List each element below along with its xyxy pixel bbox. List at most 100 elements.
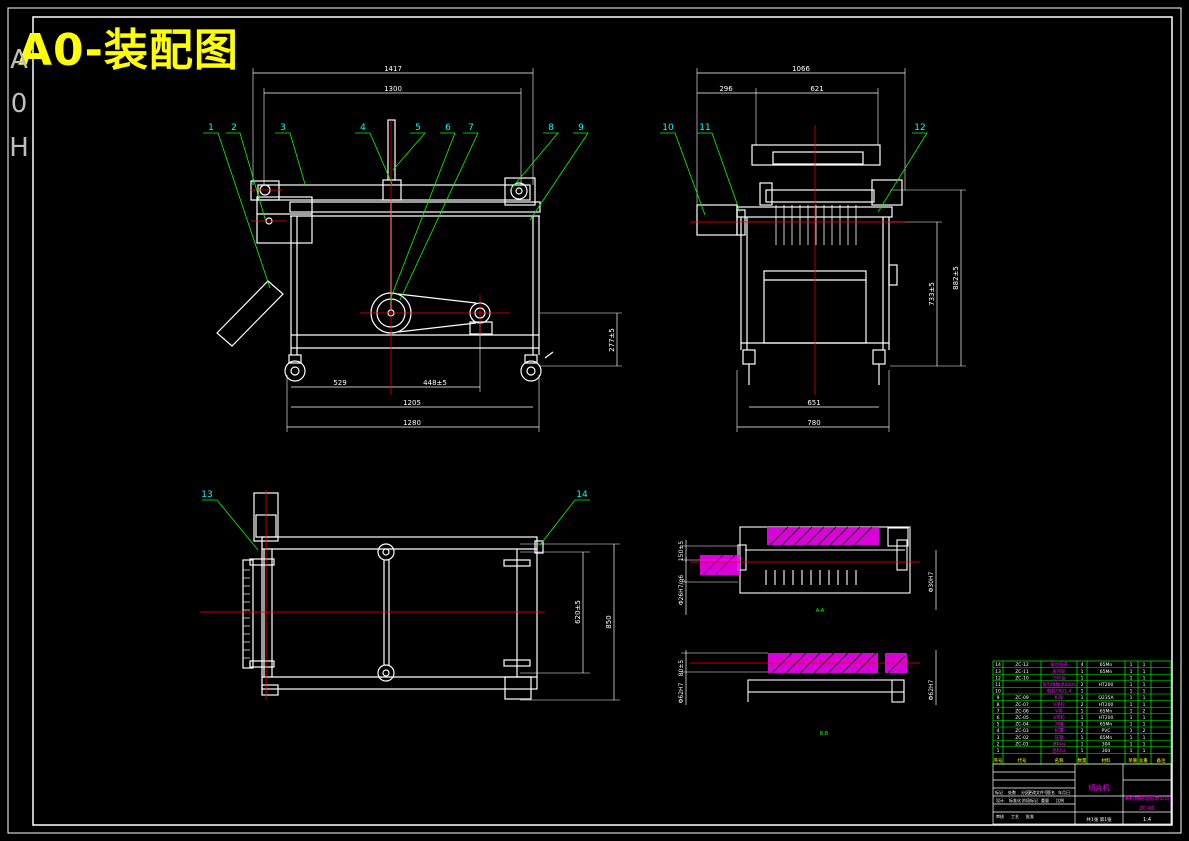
part-code: ZC-07 [1015, 702, 1029, 708]
part-qty: 1 [1081, 695, 1084, 701]
balloon-4: 4 [360, 123, 366, 133]
part-material: 65Mn [1100, 708, 1113, 714]
title-block-label: 签名 [1047, 789, 1055, 795]
balloon-3: 3 [280, 123, 286, 133]
part-qty: 1 [1081, 675, 1084, 681]
title-block-label: 设计 [996, 797, 1004, 803]
part-count-b: 1 [1143, 748, 1146, 754]
part-count-a: 1 [1130, 682, 1133, 688]
title-block-label: 年月日 [1058, 789, 1070, 795]
part-qty: 1 [1081, 722, 1084, 728]
part-count-b: 1 [1143, 741, 1146, 747]
part-no: 14 [995, 662, 1001, 668]
part-material: Q235A [1098, 695, 1114, 701]
part-count-b: 1 [1143, 689, 1146, 695]
parts-header: 代号 [1018, 757, 1027, 764]
inner-frame [32, 16, 1173, 826]
dim-label: Φ62H7 [678, 682, 685, 703]
dim-label: 651 [807, 399, 820, 407]
dim-label: 1300 [384, 85, 402, 93]
part-name: 皮带轮 [1052, 668, 1066, 675]
parts-header: 材料 [1102, 757, 1111, 764]
parts-header: 序号 [994, 757, 1003, 764]
dim-label: 780 [807, 419, 820, 427]
drawing-number: ZC-00 [1139, 806, 1154, 812]
part-count-b: 1 [1143, 715, 1146, 721]
title-block-label: 重量 [1041, 797, 1049, 803]
part-name: 进料斗 [1052, 740, 1066, 747]
part-name: V带轮 [1053, 701, 1066, 708]
balloon-6: 6 [445, 123, 451, 133]
dim-label: Φ62H7 [928, 679, 935, 700]
parts-header: 名称 [1055, 757, 1064, 764]
parts-list-rows: 14 ZC-12 滚动轮子 4 65Mn 1 113 ZC-11 皮带轮 1 65Mn 1 112 ZC-… [993, 661, 1171, 823]
part-no: 6 [997, 715, 1000, 721]
dimension-labels: 1417 1300 529 448±5 1205 1280 277±5 1066 296 621 7… [333, 65, 960, 737]
section-b [681, 650, 937, 705]
part-qty: 1 [1081, 735, 1084, 741]
sheet-title: A0-装配图 [18, 25, 239, 76]
front-centerlines [250, 120, 510, 395]
part-code: ZC-02 [1015, 735, 1029, 741]
part-name: 滚动轮子 [1050, 661, 1068, 668]
part-count-a: 1 [1130, 715, 1133, 721]
part-name: 护罩 [1055, 727, 1064, 734]
dim-label: 1066 [792, 65, 810, 73]
part-no: 3 [997, 735, 1000, 741]
balloon-8: 8 [548, 123, 554, 133]
balloon-5: 5 [415, 123, 421, 133]
dim-label: 529 [333, 379, 346, 387]
balloon-14: 14 [576, 490, 588, 500]
part-name: 刀轴 [1055, 721, 1064, 728]
part-code: ZC-01 [1015, 741, 1029, 747]
part-count-a: 1 [1130, 662, 1133, 668]
part-qty: 1 [1081, 689, 1084, 695]
section-a [681, 526, 937, 615]
dim-label: 850 [605, 615, 613, 628]
part-qty: 1 [1081, 669, 1084, 675]
dim-label: Φ30H7 [928, 571, 935, 592]
dim-label: 80±5 [678, 660, 685, 677]
dim-label: 621 [810, 85, 823, 93]
part-count-b: 1 [1143, 662, 1146, 668]
part-no: 12 [995, 675, 1001, 681]
drawing-sheet: 共1张 第1张 [1086, 816, 1112, 823]
part-material: 304 [1102, 741, 1111, 747]
side-letter: 0 [10, 89, 28, 119]
part-code: ZC-03 [1015, 728, 1029, 734]
part-count-b: 2 [1143, 728, 1146, 734]
part-count-b: 1 [1143, 735, 1146, 741]
part-material: HT200 [1099, 715, 1114, 721]
balloon-9: 9 [578, 123, 584, 133]
part-qty: 2 [1081, 728, 1084, 734]
part-count-b: 1 [1143, 669, 1146, 675]
part-material: 65Mn [1100, 735, 1113, 741]
side-letter: A [10, 45, 28, 75]
part-code: ZC-04 [1015, 722, 1029, 728]
drawing-scale: 1:4 [1143, 817, 1151, 823]
title-block-label: 阶段标记 [1022, 797, 1038, 803]
dim-label: 277±5 [608, 328, 616, 352]
part-count-b: 2 [1143, 708, 1146, 714]
part-qty: 2 [1081, 682, 1084, 688]
top-leaders [202, 499, 590, 551]
part-count-a: 1 [1130, 675, 1133, 681]
dim-label: 150±5 [678, 541, 685, 561]
balloon-7: 7 [468, 123, 474, 133]
dim-label: 296 [719, 85, 733, 93]
title-block-label: 处数 [1008, 789, 1016, 795]
part-no: 11 [995, 682, 1001, 688]
part-qty: 1 [1081, 741, 1084, 747]
company-name: 某机械制造有限公司 [1124, 795, 1169, 802]
parts-header: 单重 总重 [1128, 757, 1148, 764]
balloon-10: 10 [662, 123, 674, 133]
part-count-a: 1 [1130, 695, 1133, 701]
part-code: ZC-10 [1015, 675, 1029, 681]
drawing-name: 切片机 [1089, 783, 1110, 792]
part-count-a: 1 [1130, 669, 1133, 675]
part-name: V带 [1055, 708, 1063, 714]
part-count-a: 1 [1130, 735, 1133, 741]
part-count-a: 1 [1130, 722, 1133, 728]
part-name: 压辊 [1055, 734, 1064, 741]
part-material: HT200 [1099, 682, 1114, 688]
